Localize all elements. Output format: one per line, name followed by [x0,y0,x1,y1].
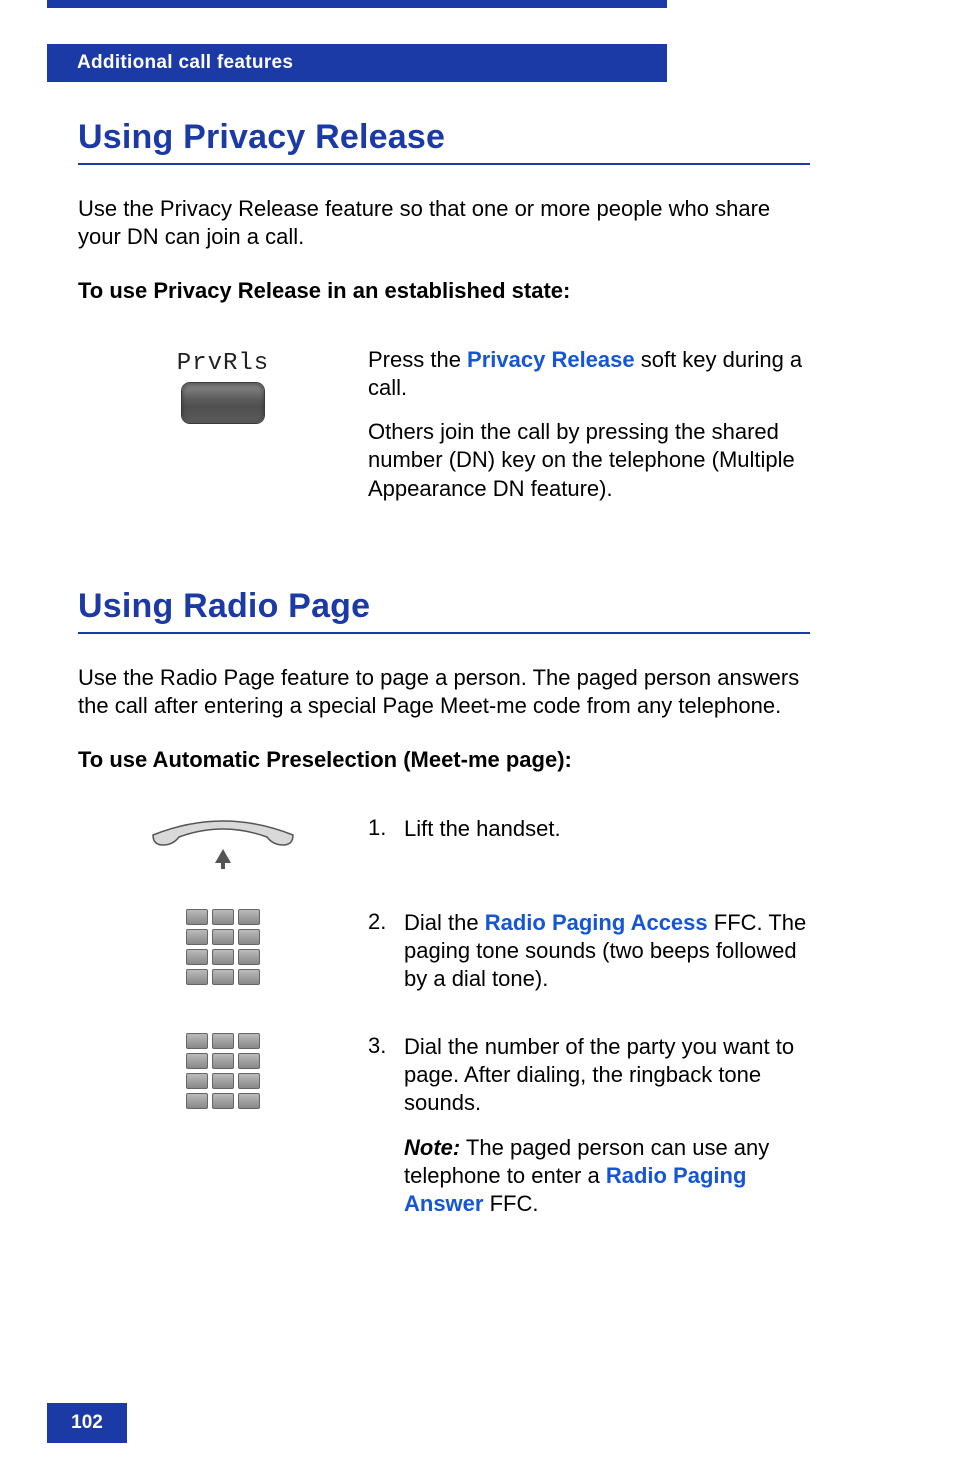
section-title-privacy-release: Using Privacy Release [78,118,810,157]
term-privacy-release: Privacy Release [467,347,635,372]
step-1-text: Lift the handset. [404,815,810,843]
section-rule [78,163,810,165]
step-3: 3. Dial the number of the party you want… [78,1033,810,1218]
handset-lift-icon [78,815,368,869]
step-3-number: 3. [368,1033,404,1059]
softkey-label-text: PrvRls [177,350,269,377]
step-2-text: Dial the Radio Paging Access FFC. The pa… [404,909,810,993]
step-3-note: Note: The paged person can use any telep… [404,1134,810,1218]
top-accent-strip [47,0,667,8]
softkey-button-icon [182,383,264,423]
radio-page-subhead: To use Automatic Preselection (Meet-me p… [78,746,810,775]
radio-page-intro: Use the Radio Page feature to page a per… [78,664,810,720]
page-number: 102 [47,1403,127,1443]
chapter-title: Additional call features [77,52,293,74]
step-1: 1. Lift the handset. [78,815,810,869]
section-title-radio-page: Using Radio Page [78,587,810,626]
step-1-number: 1. [368,815,404,841]
chapter-header: Additional call features [47,44,667,82]
privacy-release-subhead: To use Privacy Release in an established… [78,277,810,306]
page-number-text: 102 [71,1412,103,1434]
softkey-illustration: PrvRls [78,346,368,423]
term-radio-paging-access: Radio Paging Access [485,910,708,935]
note-label: Note: [404,1135,460,1160]
privacy-release-instruction-text: Press the Privacy Release soft key durin… [368,346,810,503]
section-rule-2 [78,632,810,634]
note-suffix: FFC. [483,1191,538,1216]
step-3-main: Dial the number of the party you want to… [404,1033,810,1117]
privacy-release-instruction2: Others join the call by pressing the sha… [368,418,810,502]
step-3-text: Dial the number of the party you want to… [404,1033,810,1218]
keypad-icon-1 [78,909,368,985]
instr-prefix: Press the [368,347,467,372]
privacy-release-instruction-row: PrvRls Press the Privacy Release soft ke… [78,346,810,503]
privacy-release-intro: Use the Privacy Release feature so that … [78,195,810,251]
step-2-prefix: Dial the [404,910,485,935]
step-2-number: 2. [368,909,404,935]
keypad-icon-2 [78,1033,368,1109]
step-2: 2. Dial the Radio Paging Access FFC. The… [78,909,810,993]
